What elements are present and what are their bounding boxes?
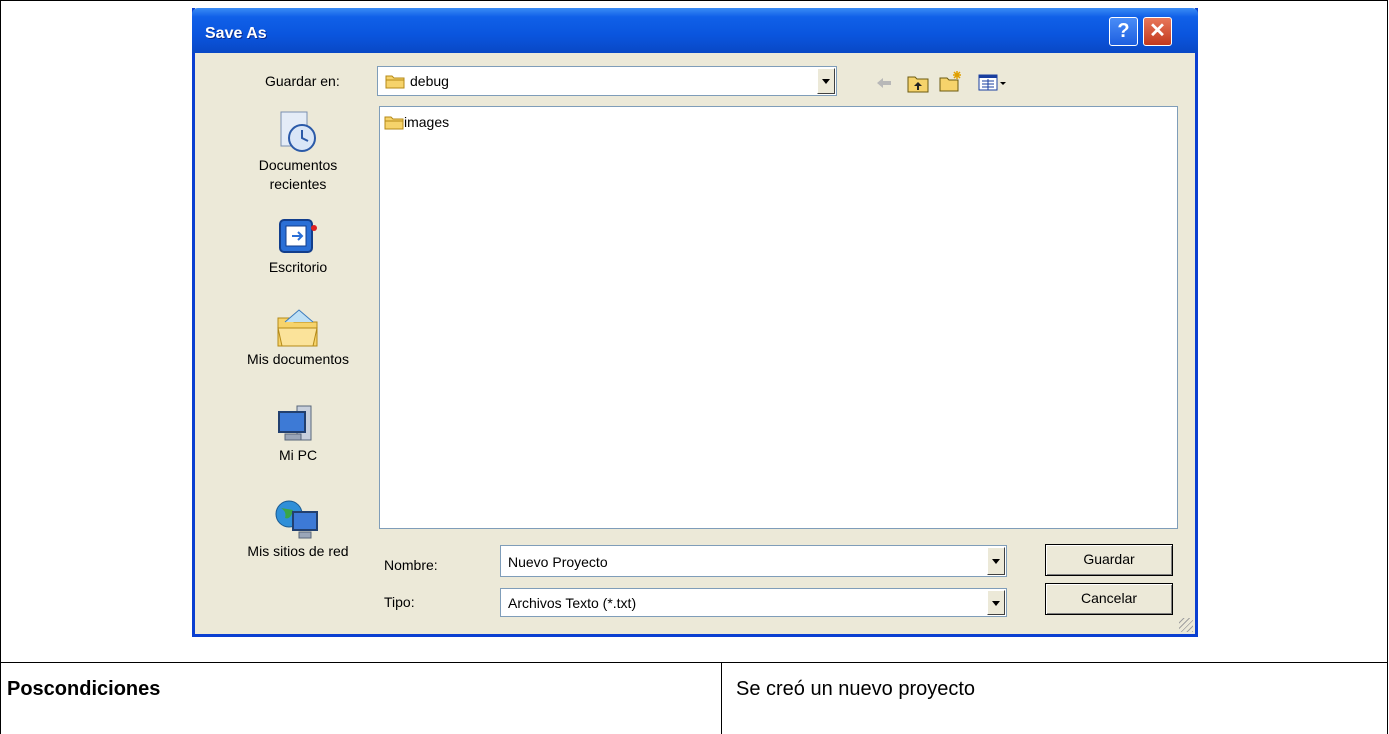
close-icon: ✕: [1149, 20, 1166, 42]
close-button[interactable]: ✕: [1143, 17, 1172, 46]
filename-label: Nombre:: [384, 557, 438, 573]
postconditions-value: Se creó un nuevo proyecto: [736, 678, 976, 700]
place-recent-line1: Documentos: [258, 157, 338, 173]
save-in-dropdown[interactable]: debug: [377, 66, 837, 96]
title-bar[interactable]: Save As ? ✕: [192, 8, 1198, 53]
my-computer-icon: [278, 405, 312, 441]
views-menu-icon[interactable]: [978, 73, 1010, 93]
type-label: Tipo:: [384, 594, 415, 610]
place-my-computer[interactable]: Mi PC: [218, 402, 378, 465]
back-arrow-icon[interactable]: [875, 76, 893, 90]
file-list[interactable]: images: [379, 106, 1178, 529]
file-type-dropdown[interactable]: Archivos Texto (*.txt): [500, 588, 1007, 617]
help-icon: ?: [1117, 20, 1130, 42]
file-item-images[interactable]: images: [384, 114, 449, 130]
chevron-down-icon[interactable]: [987, 547, 1005, 575]
new-folder-icon[interactable]: [939, 70, 963, 92]
place-network[interactable]: Mis sitios de red: [218, 498, 378, 561]
place-network-label: Mis sitios de red: [247, 543, 349, 559]
recent-documents-icon: [280, 111, 316, 152]
folder-icon: [385, 75, 405, 89]
postconditions-label: Poscondiciones: [7, 678, 161, 700]
my-documents-icon: [277, 309, 318, 347]
postconditions-label-cell: Poscondiciones: [1, 663, 722, 734]
filename-input[interactable]: Nuevo Proyecto: [500, 545, 1007, 577]
postconditions-row: Poscondiciones Se creó un nuevo proyecto: [0, 662, 1388, 734]
place-recent-documents[interactable]: Documentos recientes: [218, 110, 378, 194]
chevron-down-icon[interactable]: [987, 590, 1005, 615]
place-my-documents-label: Mis documentos: [247, 351, 349, 367]
desktop-icon: [279, 219, 317, 253]
place-recent-line2: recientes: [269, 176, 327, 192]
place-desktop-label: Escritorio: [268, 259, 328, 275]
file-item-label: images: [404, 114, 450, 130]
folder-icon: [384, 116, 404, 130]
save-in-label: Guardar en:: [265, 73, 340, 89]
place-my-documents[interactable]: Mis documentos: [218, 304, 378, 369]
place-my-computer-label: Mi PC: [278, 447, 318, 463]
network-places-icon: [275, 500, 318, 539]
postconditions-value-cell: Se creó un nuevo proyecto: [722, 663, 1387, 734]
save-in-value: debug: [410, 73, 449, 89]
save-button[interactable]: Guardar: [1045, 544, 1173, 576]
filename-value: Nuevo Proyecto: [508, 554, 608, 570]
help-button[interactable]: ?: [1109, 17, 1138, 46]
resize-grip-icon[interactable]: [1179, 618, 1193, 632]
cancel-button[interactable]: Cancelar: [1045, 583, 1173, 615]
chevron-down-icon[interactable]: [817, 68, 835, 94]
dialog-title: Save As: [205, 25, 267, 42]
up-folder-icon[interactable]: [907, 73, 929, 93]
place-desktop[interactable]: Escritorio: [218, 216, 378, 277]
save-as-dialog: Save As ? ✕ Guardar en: debug Documentos…: [192, 8, 1198, 637]
file-type-value: Archivos Texto (*.txt): [508, 595, 637, 611]
